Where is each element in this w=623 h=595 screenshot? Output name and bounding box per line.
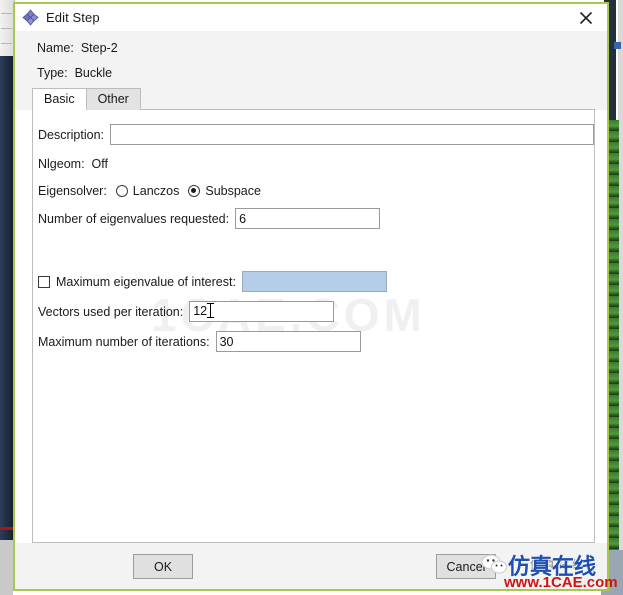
radio-lanczos-indicator xyxy=(115,184,128,197)
step-settings-form: Description: Nlgeom: Off Eigensolver: La… xyxy=(33,110,594,354)
eigensolver-row: Eigensolver: Lanczos Subspace xyxy=(33,178,594,203)
radio-subspace-label: Subspace xyxy=(205,183,261,198)
close-icon[interactable] xyxy=(565,4,607,31)
eigensolver-label: Eigensolver: xyxy=(38,183,107,198)
tab-bar: Basic Other xyxy=(15,88,607,110)
radio-subspace-indicator xyxy=(188,184,201,197)
step-name-label: Name: xyxy=(37,41,74,55)
tab-other[interactable]: Other xyxy=(85,88,141,110)
dialog-titlebar: Edit Step xyxy=(15,4,607,31)
text-cursor-icon xyxy=(207,303,215,318)
background-left-viewport xyxy=(0,56,13,540)
max-eigenvalue-row: Maximum eigenvalue of interest: xyxy=(33,269,594,294)
num-eigenvalues-input[interactable] xyxy=(235,208,381,229)
background-left-red-marker xyxy=(0,527,13,530)
vectors-per-iteration-input[interactable]: 12 xyxy=(189,301,335,322)
max-eigenvalue-input xyxy=(241,271,387,292)
num-eigenvalues-label: Number of eigenvalues requested: xyxy=(38,211,230,226)
max-eigenvalue-label: Maximum eigenvalue of interest: xyxy=(56,274,236,289)
description-label: Description: xyxy=(38,127,104,142)
tab-basic[interactable]: Basic xyxy=(32,88,87,110)
background-left-statusbar xyxy=(0,540,13,595)
num-eigenvalues-row: Number of eigenvalues requested: xyxy=(33,206,594,231)
cancel-button[interactable]: Cancel xyxy=(436,554,496,579)
step-diamond-icon xyxy=(22,9,39,26)
vectors-per-iteration-row: Vectors used per iteration: 12 xyxy=(33,299,594,324)
description-row: Description: xyxy=(33,122,594,147)
nlgeom-row: Nlgeom: Off xyxy=(33,151,594,176)
radio-lanczos-label: Lanczos xyxy=(132,183,180,198)
max-iterations-label: Maximum number of iterations: xyxy=(38,334,210,349)
step-name-row: Name: Step-2 xyxy=(15,36,607,61)
step-type-row: Type: Buckle xyxy=(15,61,607,86)
radio-lanczos[interactable]: Lanczos xyxy=(115,183,180,198)
nlgeom-value: Off xyxy=(91,156,108,171)
nlgeom-label: Nlgeom: xyxy=(38,156,85,171)
dialog-footer: OK Cancel xyxy=(15,543,607,589)
max-iterations-row: Maximum number of iterations: xyxy=(33,329,594,354)
edit-step-dialog: Edit Step Name: Step-2 Type: Buckle Basic … xyxy=(13,2,609,591)
max-eigenvalue-checkbox[interactable]: Maximum eigenvalue of interest: xyxy=(38,275,236,289)
dialog-title: Edit Step xyxy=(46,10,100,25)
radio-subspace[interactable]: Subspace xyxy=(188,184,261,198)
tab-content-basic: 1CAE.COM Description: Nlgeom: Off Eigens… xyxy=(32,109,595,543)
step-type-value: Buckle xyxy=(74,66,113,80)
description-input[interactable] xyxy=(110,124,594,145)
ok-button[interactable]: OK xyxy=(133,554,193,579)
max-eigenvalue-checkbox-indicator xyxy=(38,275,50,288)
step-name-value: Step-2 xyxy=(80,41,118,55)
vectors-per-iteration-label: Vectors used per iteration: xyxy=(38,304,184,319)
background-right-icon xyxy=(614,42,621,49)
vectors-per-iteration-value: 12 xyxy=(193,304,208,318)
dialog-header: Name: Step-2 Type: Buckle Basic Other xyxy=(15,31,607,110)
max-iterations-input[interactable] xyxy=(215,331,361,352)
step-type-label: Type: xyxy=(37,66,68,80)
